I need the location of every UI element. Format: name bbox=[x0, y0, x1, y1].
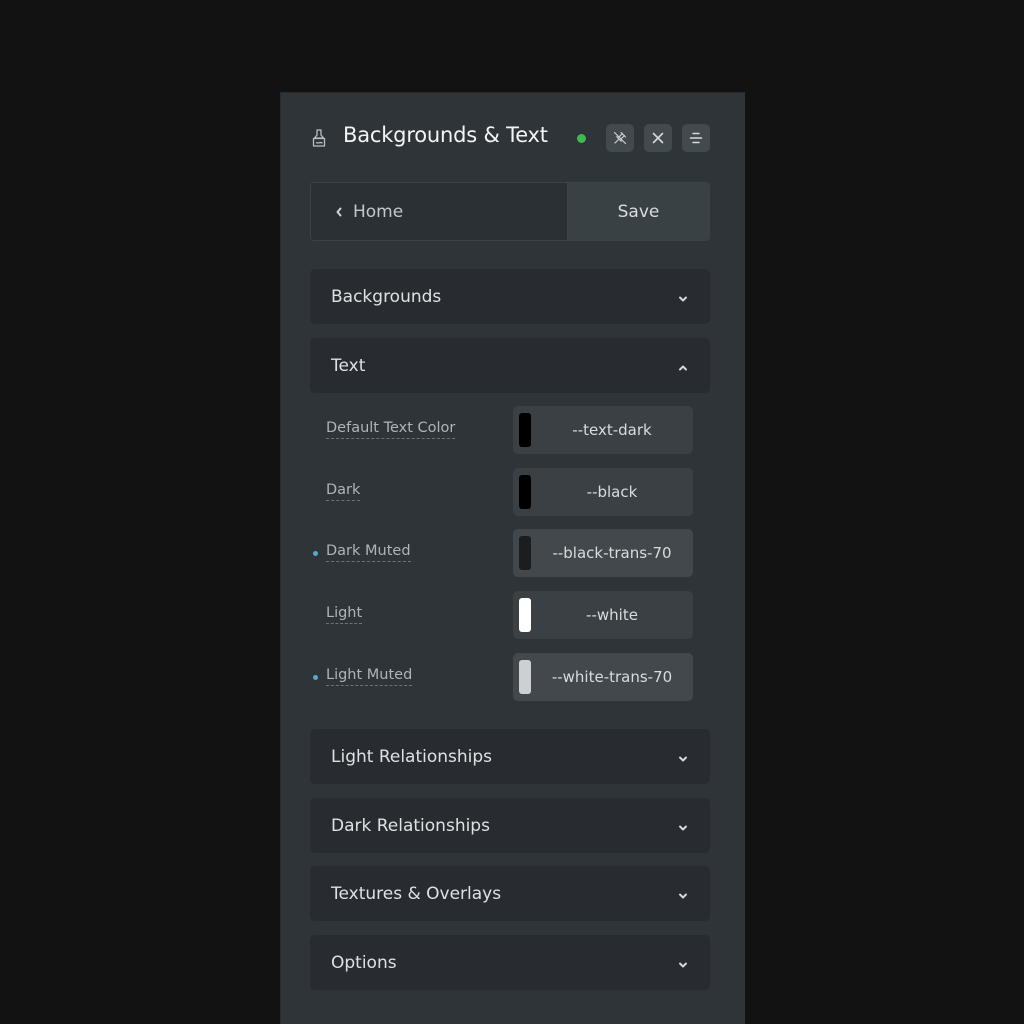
backgrounds-text-panel: Backgrounds & Text Home Save Backgrounds… bbox=[280, 92, 745, 1024]
panel-header: Backgrounds & Text bbox=[281, 117, 745, 157]
text-row-dark-muted: Dark Muted --black-trans-70 bbox=[310, 529, 710, 577]
paintbrush-icon bbox=[311, 129, 327, 147]
row-label[interactable]: Dark Muted bbox=[326, 542, 411, 562]
color-swatch[interactable] bbox=[519, 475, 531, 509]
home-label: Home bbox=[353, 201, 404, 222]
modified-indicator bbox=[313, 675, 318, 680]
section-label: Text bbox=[331, 355, 366, 376]
save-button[interactable]: Save bbox=[568, 183, 709, 240]
panel-title: Backgrounds & Text bbox=[343, 123, 548, 147]
section-backgrounds[interactable]: Backgrounds bbox=[310, 269, 710, 324]
color-swatch[interactable] bbox=[519, 413, 531, 447]
nav-bar: Home Save bbox=[310, 182, 710, 241]
home-back-button[interactable]: Home bbox=[311, 183, 568, 240]
color-variable-field[interactable]: --white-trans-70 bbox=[513, 653, 693, 701]
color-variable-field[interactable]: --black bbox=[513, 468, 693, 516]
color-variable-value: --text-dark bbox=[572, 421, 652, 439]
text-row-light: Light --white bbox=[310, 591, 710, 639]
section-label: Backgrounds bbox=[331, 286, 442, 307]
section-label: Dark Relationships bbox=[331, 815, 490, 836]
color-variable-field[interactable]: --white bbox=[513, 591, 693, 639]
chevron-down-icon bbox=[677, 956, 689, 968]
color-variable-field[interactable]: --black-trans-70 bbox=[513, 529, 693, 577]
section-light-relationships[interactable]: Light Relationships bbox=[310, 729, 710, 784]
row-label[interactable]: Dark bbox=[326, 481, 361, 501]
chevron-up-icon bbox=[677, 359, 689, 371]
modified-indicator bbox=[313, 551, 318, 556]
chevron-down-icon bbox=[677, 290, 689, 302]
color-variable-field[interactable]: --text-dark bbox=[513, 406, 693, 454]
section-label: Light Relationships bbox=[331, 746, 493, 767]
section-options[interactable]: Options bbox=[310, 935, 710, 990]
text-row-default-text-color: Default Text Color --text-dark bbox=[310, 406, 710, 454]
row-label[interactable]: Light bbox=[326, 604, 363, 624]
color-variable-value: --black bbox=[586, 483, 638, 501]
color-swatch[interactable] bbox=[519, 660, 531, 694]
unpin-icon bbox=[613, 131, 627, 145]
color-swatch[interactable] bbox=[519, 536, 531, 570]
section-dark-relationships[interactable]: Dark Relationships bbox=[310, 798, 710, 853]
row-label[interactable]: Default Text Color bbox=[326, 419, 456, 439]
color-variable-value: --white-trans-70 bbox=[551, 668, 673, 686]
section-text[interactable]: Text bbox=[310, 338, 710, 393]
color-variable-value: --black-trans-70 bbox=[552, 544, 672, 562]
section-textures-overlays[interactable]: Textures & Overlays bbox=[310, 866, 710, 921]
chevron-down-icon bbox=[677, 819, 689, 831]
status-indicator bbox=[577, 134, 586, 143]
section-label: Options bbox=[331, 952, 397, 973]
unpin-button[interactable] bbox=[606, 124, 634, 152]
row-label[interactable]: Light Muted bbox=[326, 666, 413, 686]
menu-button[interactable] bbox=[682, 124, 710, 152]
chevron-down-icon bbox=[677, 887, 689, 899]
section-label: Textures & Overlays bbox=[331, 883, 502, 904]
chevron-left-icon bbox=[335, 206, 343, 218]
close-button[interactable] bbox=[644, 124, 672, 152]
color-variable-value: --white bbox=[586, 606, 638, 624]
text-row-light-muted: Light Muted --white-trans-70 bbox=[310, 653, 710, 701]
chevron-down-icon bbox=[677, 750, 689, 762]
text-row-dark: Dark --black bbox=[310, 468, 710, 516]
menu-icon bbox=[689, 132, 703, 144]
close-icon bbox=[652, 132, 664, 144]
color-swatch[interactable] bbox=[519, 598, 531, 632]
